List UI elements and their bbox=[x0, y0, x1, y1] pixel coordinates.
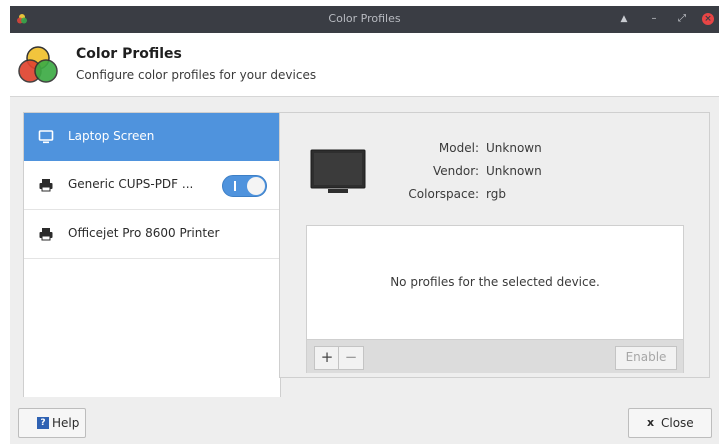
maximize-button[interactable]: ⤢ bbox=[674, 11, 690, 27]
dialog-footer: ? Help x Close bbox=[10, 397, 719, 444]
profile-toolbar: + − Enable bbox=[307, 339, 683, 373]
device-enable-toggle[interactable] bbox=[222, 175, 267, 197]
help-icon: ? bbox=[37, 417, 49, 429]
model-value: Unknown bbox=[486, 141, 542, 155]
help-button[interactable]: ? Help bbox=[18, 408, 86, 438]
window-title: Color Profiles bbox=[328, 12, 401, 25]
empty-profiles-message: No profiles for the selected device. bbox=[390, 275, 600, 289]
display-device-icon bbox=[310, 149, 366, 193]
color-profiles-logo-icon bbox=[18, 46, 58, 83]
device-label: Officejet Pro 8600 Printer bbox=[68, 226, 220, 240]
toggle-knob bbox=[247, 177, 265, 195]
keep-above-icon: ▲ bbox=[620, 14, 628, 24]
model-label: Model: bbox=[438, 141, 479, 155]
device-label: Laptop Screen bbox=[68, 129, 155, 143]
help-button-label: Help bbox=[52, 416, 80, 430]
page-title: Color Profiles bbox=[76, 46, 182, 62]
close-button[interactable]: x Close bbox=[628, 408, 712, 438]
add-profile-button[interactable]: + bbox=[314, 346, 340, 370]
device-list: Laptop Screen Generic CUPS-PDF ... Offic… bbox=[23, 112, 281, 400]
dialog-header: Color Profiles Configure color profiles … bbox=[10, 33, 719, 97]
main-area: Laptop Screen Generic CUPS-PDF ... Offic… bbox=[10, 97, 719, 400]
maximize-icon: ⤢ bbox=[678, 13, 686, 24]
printer-icon bbox=[39, 228, 53, 241]
colorspace-label: Colorspace: bbox=[408, 187, 479, 201]
title-bar: Color Profiles ▲ – ⤢ × bbox=[10, 6, 719, 33]
device-details-panel: Model: Unknown Vendor: Unknown Colorspac… bbox=[279, 112, 710, 378]
colorspace-value: rgb bbox=[486, 187, 506, 201]
printer-icon bbox=[39, 179, 53, 192]
enable-profile-button[interactable]: Enable bbox=[615, 346, 677, 370]
device-item-officejet-pro[interactable]: Officejet Pro 8600 Printer bbox=[24, 210, 280, 259]
page-subtitle: Configure color profiles for your device… bbox=[76, 68, 317, 82]
profile-list: No profiles for the selected device. + −… bbox=[306, 225, 684, 373]
minimize-button[interactable]: – bbox=[646, 11, 662, 27]
close-icon: × bbox=[702, 13, 714, 25]
device-item-generic-cups-pdf[interactable]: Generic CUPS-PDF ... bbox=[24, 161, 280, 210]
monitor-icon bbox=[38, 130, 54, 144]
device-item-laptop-screen[interactable]: Laptop Screen bbox=[24, 113, 280, 161]
vendor-value: Unknown bbox=[486, 164, 542, 178]
remove-profile-button[interactable]: − bbox=[338, 346, 364, 370]
toggle-on-indicator bbox=[234, 181, 236, 191]
minimize-icon: – bbox=[651, 13, 657, 24]
device-label: Generic CUPS-PDF ... bbox=[68, 177, 194, 191]
vendor-label: Vendor: bbox=[433, 164, 479, 178]
keep-above-button[interactable]: ▲ bbox=[616, 11, 632, 27]
close-x-icon: x bbox=[647, 416, 655, 429]
close-button-label: Close bbox=[661, 416, 694, 430]
close-window-button[interactable]: × bbox=[700, 11, 716, 27]
